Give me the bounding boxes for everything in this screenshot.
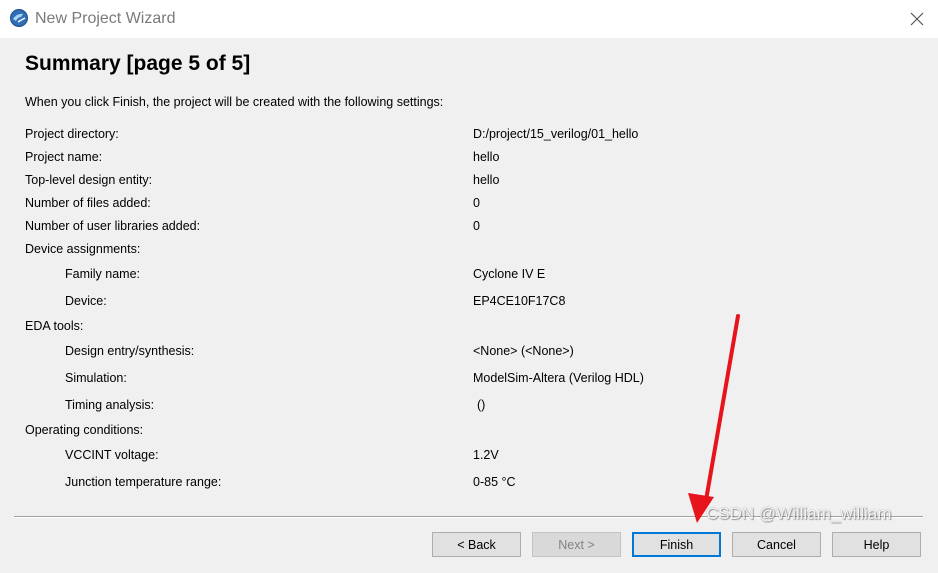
new-project-wizard-window: New Project Wizard Summary [page 5 of 5]… — [0, 0, 938, 573]
junction-temp-label: Junction temperature range: — [65, 475, 222, 489]
simulation-value: ModelSim-Altera (Verilog HDL) — [473, 371, 644, 385]
family-name-label: Family name: — [65, 267, 141, 281]
design-entry-label: Design entry/synthesis: — [65, 344, 195, 358]
wizard-content: Summary [page 5 of 5] When you click Fin… — [0, 38, 938, 573]
project-directory-label: Project directory: — [25, 127, 119, 141]
quartus-app-icon — [9, 8, 29, 28]
page-title: Summary [page 5 of 5] — [25, 52, 251, 75]
finish-button[interactable]: Finish — [632, 532, 721, 557]
project-directory-value: D:/project/15_verilog/01_hello — [473, 127, 639, 141]
next-button[interactable]: Next > — [532, 532, 621, 557]
junction-temp-value: 0-85 °C — [473, 475, 516, 489]
top-level-entity-value: hello — [473, 173, 500, 187]
device-value: EP4CE10F17C8 — [473, 294, 566, 308]
window-title: New Project Wizard — [35, 10, 176, 27]
help-button[interactable]: Help — [832, 532, 921, 557]
design-entry-value: <None> (<None>) — [473, 344, 574, 358]
top-level-entity-label: Top-level design entity: — [25, 173, 153, 187]
close-icon — [910, 12, 924, 26]
timing-analysis-label: Timing analysis: — [65, 398, 155, 412]
project-name-value: hello — [473, 150, 500, 164]
timing-analysis-value: () — [477, 398, 486, 412]
vccint-voltage-label: VCCINT voltage: — [65, 448, 159, 462]
device-label: Device: — [65, 294, 107, 308]
csdn-watermark: CSDN @William_william — [706, 504, 892, 523]
family-name-value: Cyclone IV E — [473, 267, 546, 281]
close-button[interactable] — [896, 0, 938, 38]
user-libraries-label: Number of user libraries added: — [25, 219, 201, 233]
device-assignments-heading: Device assignments: — [25, 242, 141, 256]
vccint-voltage-value: 1.2V — [473, 448, 499, 462]
back-button[interactable]: < Back — [432, 532, 521, 557]
simulation-label: Simulation: — [65, 371, 127, 385]
intro-text: When you click Finish, the project will … — [25, 95, 444, 109]
user-libraries-value: 0 — [473, 219, 480, 233]
operating-conditions-heading: Operating conditions: — [25, 423, 144, 437]
title-bar: New Project Wizard — [0, 0, 938, 38]
files-added-value: 0 — [473, 196, 480, 210]
project-name-label: Project name: — [25, 150, 103, 164]
eda-tools-heading: EDA tools: — [25, 319, 84, 333]
files-added-label: Number of files added: — [25, 196, 151, 210]
cancel-button[interactable]: Cancel — [732, 532, 821, 557]
